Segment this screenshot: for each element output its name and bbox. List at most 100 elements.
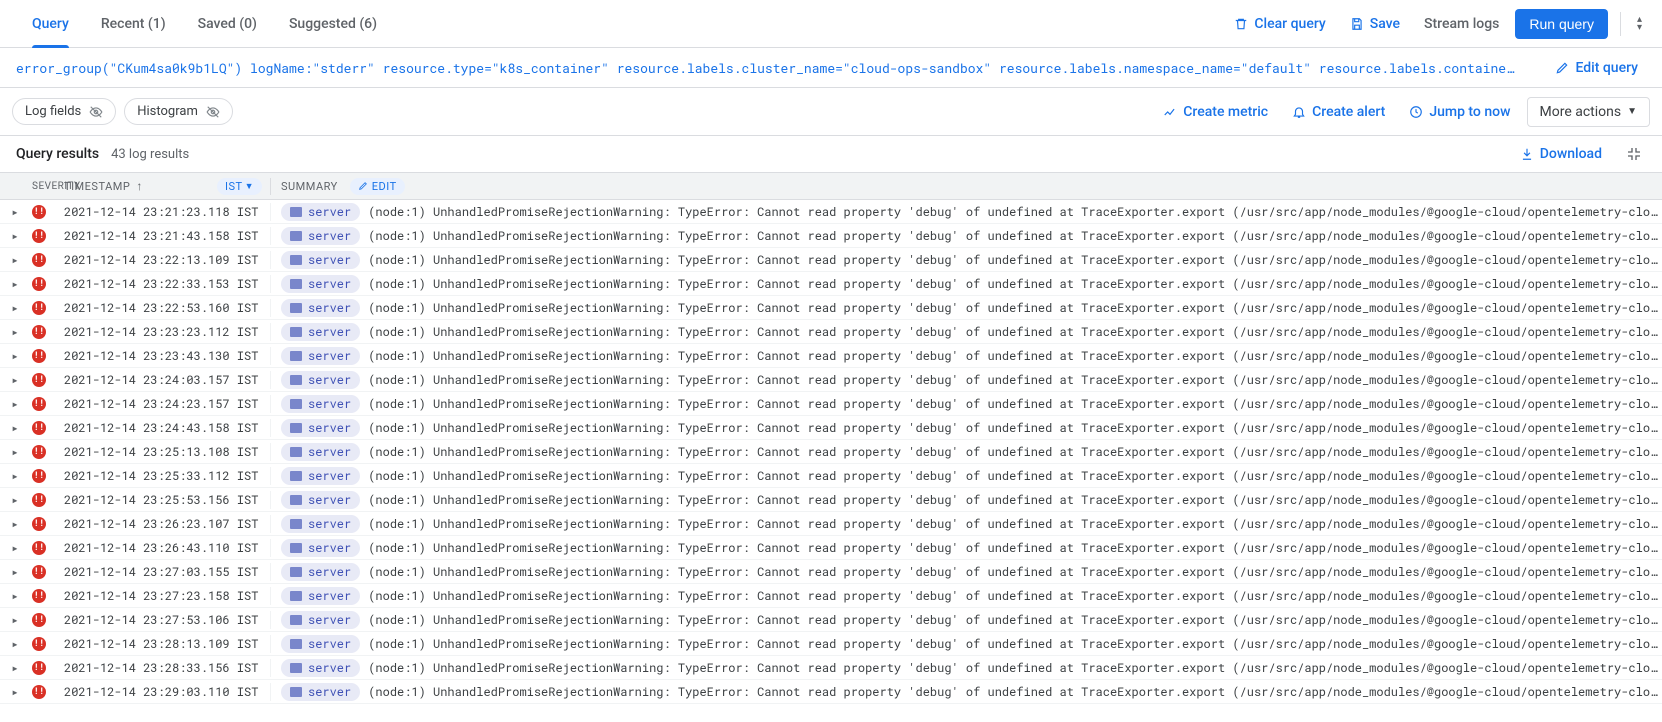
clear-query-button[interactable]: Clear query	[1226, 10, 1333, 38]
log-row[interactable]: ▸!!2021-12-14 23:27:53.106 ISTserver(nod…	[0, 608, 1662, 632]
expand-collapse-toggle[interactable]: ▴ ▾	[1633, 12, 1646, 36]
log-row[interactable]: ▸!!2021-12-14 23:22:33.153 ISTserver(nod…	[0, 272, 1662, 296]
expand-toggle[interactable]: ▸	[0, 372, 30, 388]
edit-query-button[interactable]: Edit query	[1547, 60, 1646, 76]
log-row[interactable]: ▸!!2021-12-14 23:27:03.155 ISTserver(nod…	[0, 560, 1662, 584]
expand-toggle[interactable]: ▸	[0, 612, 30, 628]
log-fields-chip[interactable]: Log fields	[12, 98, 116, 125]
stream-logs-button[interactable]: Stream logs	[1416, 10, 1507, 38]
container-chip[interactable]: server	[281, 467, 360, 485]
expand-toggle[interactable]: ▸	[0, 564, 30, 580]
expand-toggle[interactable]: ▸	[0, 468, 30, 484]
expand-toggle[interactable]: ▸	[0, 516, 30, 532]
log-row[interactable]: ▸!!2021-12-14 23:24:03.157 ISTserver(nod…	[0, 368, 1662, 392]
timestamp-cell: 2021-12-14 23:29:03.110 IST	[60, 684, 270, 700]
severity-cell: !!	[30, 325, 60, 339]
expand-toggle[interactable]: ▸	[0, 540, 30, 556]
timezone-chip[interactable]: IST ▼	[217, 178, 262, 195]
container-chip[interactable]: server	[281, 611, 360, 629]
severity-cell: !!	[30, 205, 60, 219]
container-chip[interactable]: server	[281, 275, 360, 293]
container-chip[interactable]: server	[281, 323, 360, 341]
expand-toggle[interactable]: ▸	[0, 252, 30, 268]
log-row[interactable]: ▸!!2021-12-14 23:22:13.109 ISTserver(nod…	[0, 248, 1662, 272]
expand-toggle[interactable]: ▸	[0, 324, 30, 340]
more-actions-button[interactable]: More actions ▼	[1527, 97, 1651, 127]
log-row[interactable]: ▸!!2021-12-14 23:26:43.110 ISTserver(nod…	[0, 536, 1662, 560]
eye-off-icon	[206, 105, 220, 119]
summary-cell: server(node:1) UnhandledPromiseRejection…	[270, 275, 1662, 293]
container-chip[interactable]: server	[281, 587, 360, 605]
container-chip[interactable]: server	[281, 659, 360, 677]
log-row[interactable]: ▸!!2021-12-14 23:21:43.158 ISTserver(nod…	[0, 224, 1662, 248]
container-chip[interactable]: server	[281, 371, 360, 389]
container-chip[interactable]: server	[281, 563, 360, 581]
container-chip[interactable]: server	[281, 227, 360, 245]
edit-columns-button[interactable]: EDIT	[350, 178, 405, 195]
container-chip[interactable]: server	[281, 299, 360, 317]
timestamp-cell: 2021-12-14 23:26:43.110 IST	[60, 540, 270, 556]
expand-toggle[interactable]: ▸	[0, 348, 30, 364]
container-chip[interactable]: server	[281, 395, 360, 413]
metric-icon	[1163, 105, 1177, 119]
create-metric-button[interactable]: Create metric	[1155, 98, 1276, 126]
container-chip[interactable]: server	[281, 419, 360, 437]
expand-toggle[interactable]: ▸	[0, 684, 30, 700]
save-button[interactable]: Save	[1342, 10, 1408, 38]
log-row[interactable]: ▸!!2021-12-14 23:26:23.107 ISTserver(nod…	[0, 512, 1662, 536]
container-chip[interactable]: server	[281, 635, 360, 653]
expand-toggle[interactable]: ▸	[0, 276, 30, 292]
create-alert-button[interactable]: Create alert	[1284, 98, 1393, 126]
container-chip[interactable]: server	[281, 251, 360, 269]
expand-toggle[interactable]: ▸	[0, 444, 30, 460]
log-row[interactable]: ▸!!2021-12-14 23:21:23.118 ISTserver(nod…	[0, 200, 1662, 224]
query-text[interactable]: error_group("CKum4sa0k9b1LQ") logName:"s…	[16, 59, 1547, 77]
run-query-button[interactable]: Run query	[1515, 9, 1608, 39]
collapse-panel-button[interactable]	[1622, 142, 1646, 166]
expand-toggle[interactable]: ▸	[0, 396, 30, 412]
expand-toggle[interactable]: ▸	[0, 228, 30, 244]
severity-cell: !!	[30, 397, 60, 411]
expand-toggle[interactable]: ▸	[0, 492, 30, 508]
log-row[interactable]: ▸!!2021-12-14 23:28:33.156 ISTserver(nod…	[0, 656, 1662, 680]
summary-cell: server(node:1) UnhandledPromiseRejection…	[270, 659, 1662, 677]
container-chip[interactable]: server	[281, 203, 360, 221]
save-icon	[1350, 17, 1364, 31]
log-row[interactable]: ▸!!2021-12-14 23:24:23.157 ISTserver(nod…	[0, 392, 1662, 416]
histogram-chip[interactable]: Histogram	[124, 98, 233, 125]
container-label: server	[308, 588, 351, 604]
expand-toggle[interactable]: ▸	[0, 588, 30, 604]
tab-query[interactable]: Query	[16, 0, 85, 48]
log-row[interactable]: ▸!!2021-12-14 23:23:23.112 ISTserver(nod…	[0, 320, 1662, 344]
tab-suggested[interactable]: Suggested (6)	[273, 0, 393, 48]
jump-to-now-button[interactable]: Jump to now	[1401, 98, 1518, 126]
log-row[interactable]: ▸!!2021-12-14 23:22:53.160 ISTserver(nod…	[0, 296, 1662, 320]
download-button[interactable]: Download	[1512, 140, 1610, 168]
log-row[interactable]: ▸!!2021-12-14 23:28:13.109 ISTserver(nod…	[0, 632, 1662, 656]
tab-saved[interactable]: Saved (0)	[182, 0, 273, 48]
log-row[interactable]: ▸!!2021-12-14 23:27:23.158 ISTserver(nod…	[0, 584, 1662, 608]
error-icon: !!	[32, 637, 46, 651]
expand-toggle[interactable]: ▸	[0, 204, 30, 220]
error-icon: !!	[32, 325, 46, 339]
log-row[interactable]: ▸!!2021-12-14 23:29:03.110 ISTserver(nod…	[0, 680, 1662, 704]
col-timestamp[interactable]: Timestamp ↑ IST ▼	[60, 178, 270, 195]
expand-toggle[interactable]: ▸	[0, 660, 30, 676]
expand-toggle[interactable]: ▸	[0, 300, 30, 316]
log-row[interactable]: ▸!!2021-12-14 23:23:43.130 ISTserver(nod…	[0, 344, 1662, 368]
log-row[interactable]: ▸!!2021-12-14 23:25:53.156 ISTserver(nod…	[0, 488, 1662, 512]
error-icon: !!	[32, 493, 46, 507]
container-chip[interactable]: server	[281, 491, 360, 509]
log-row[interactable]: ▸!!2021-12-14 23:25:33.112 ISTserver(nod…	[0, 464, 1662, 488]
container-chip[interactable]: server	[281, 515, 360, 533]
container-chip[interactable]: server	[281, 443, 360, 461]
col-severity[interactable]: Severity	[30, 181, 60, 192]
expand-toggle[interactable]: ▸	[0, 420, 30, 436]
container-chip[interactable]: server	[281, 347, 360, 365]
container-chip[interactable]: server	[281, 539, 360, 557]
log-row[interactable]: ▸!!2021-12-14 23:25:13.108 ISTserver(nod…	[0, 440, 1662, 464]
container-chip[interactable]: server	[281, 683, 360, 701]
tab-recent[interactable]: Recent (1)	[85, 0, 182, 48]
expand-toggle[interactable]: ▸	[0, 636, 30, 652]
log-row[interactable]: ▸!!2021-12-14 23:24:43.158 ISTserver(nod…	[0, 416, 1662, 440]
